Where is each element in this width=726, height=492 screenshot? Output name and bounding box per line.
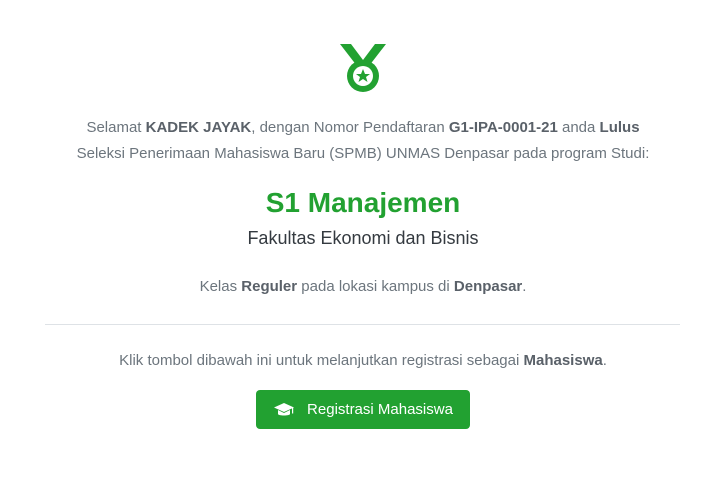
class-type: Reguler — [241, 278, 298, 295]
class-prefix: Kelas — [199, 278, 238, 295]
congrats-line: Selamat KADEK JAYAK, dengan Nomor Pendaf… — [0, 119, 726, 136]
divider — [45, 324, 680, 325]
graduation-cap-icon — [273, 402, 295, 418]
selection-line: Seleksi Penerimaan Mahasiswa Baru (SPMB)… — [76, 145, 650, 162]
and-text: anda — [562, 119, 596, 136]
greeting-text: Selamat — [86, 119, 142, 136]
result-panel: Selamat KADEK JAYAK, dengan Nomor Pendaf… — [0, 0, 726, 492]
instruction-suffix: . — [602, 352, 607, 369]
program-title: S1 Manajemen — [265, 187, 461, 218]
class-suffix: . — [522, 278, 527, 295]
class-line: Kelas Reguler pada lokasi kampus di Denp… — [0, 278, 726, 295]
status-text: Lulus — [599, 119, 640, 136]
role-text: Mahasiswa — [523, 352, 603, 369]
student-name: KADEK JAYAK — [145, 119, 252, 136]
register-student-button[interactable]: Registrasi Mahasiswa — [256, 390, 470, 429]
registration-number: G1-IPA-0001-21 — [448, 119, 558, 136]
instruction-text: Klik tombol dibawah ini untuk melanjutka… — [119, 352, 520, 369]
reg-prefix-text: , dengan Nomor Pendaftaran — [251, 119, 445, 136]
medal-icon — [340, 44, 386, 92]
register-button-label: Registrasi Mahasiswa — [307, 401, 453, 418]
campus-name: Denpasar — [453, 278, 523, 295]
class-middle: pada lokasi kampus di — [301, 278, 450, 295]
faculty-name: Fakultas Ekonomi dan Bisnis — [247, 228, 479, 248]
instruction-line: Klik tombol dibawah ini untuk melanjutka… — [0, 352, 726, 369]
